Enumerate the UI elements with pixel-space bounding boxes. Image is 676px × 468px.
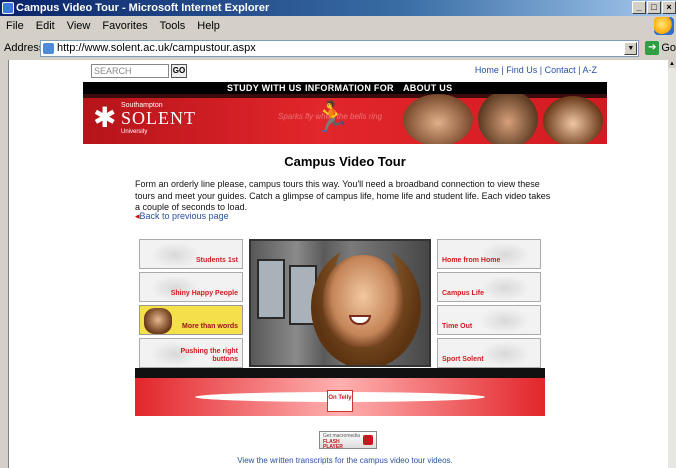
address-input[interactable]: http://www.solent.ac.uk/campustour.aspx … bbox=[40, 39, 640, 57]
menu-help[interactable]: Help bbox=[197, 20, 220, 32]
ie-throbber-icon bbox=[654, 17, 674, 35]
go-button[interactable]: ➔ Go bbox=[645, 41, 676, 55]
banner-photo-1 bbox=[403, 94, 473, 144]
tile-label: Pushing the right buttons bbox=[180, 348, 238, 363]
get-flash-player-badge[interactable]: Get macromedia FLASH PLAYER bbox=[319, 431, 377, 450]
logo-line-2: SOLENT bbox=[121, 108, 196, 128]
link-find-us[interactable]: Find Us bbox=[506, 65, 537, 75]
video-tile-students-1st[interactable]: Students 1st bbox=[139, 239, 243, 269]
flash-icon bbox=[363, 435, 373, 445]
tile-label: Students 1st bbox=[195, 257, 238, 264]
tile-label: Home from Home bbox=[442, 257, 501, 264]
minimize-button[interactable]: _ bbox=[632, 1, 646, 14]
vertical-scrollbar[interactable]: ▲ bbox=[668, 60, 676, 468]
page-icon bbox=[43, 42, 54, 54]
tile-label: Time Out bbox=[442, 323, 473, 330]
go-label: Go bbox=[661, 42, 676, 54]
video-bg-window bbox=[257, 259, 285, 319]
banner-photo-3 bbox=[543, 96, 603, 144]
video-player[interactable] bbox=[249, 239, 431, 367]
window-title-bar: Campus Video Tour - Microsoft Internet E… bbox=[0, 0, 676, 16]
address-bar: Address http://www.solent.ac.uk/campusto… bbox=[0, 38, 676, 58]
tile-label: Sport Solent bbox=[442, 356, 484, 363]
main-nav: STUDY WITH US INFORMATION FOR ABOUT US bbox=[83, 82, 607, 94]
utility-links: Home | Find Us | Contact | A-Z bbox=[474, 65, 598, 75]
tile-ghost-image bbox=[480, 341, 530, 367]
video-tile-home-from-home[interactable]: Home from Home bbox=[437, 239, 541, 269]
address-url: http://www.solent.ac.uk/campustour.aspx bbox=[57, 41, 256, 54]
page-title: Campus Video Tour bbox=[284, 154, 406, 169]
nav-information-for[interactable]: INFORMATION FOR bbox=[305, 82, 394, 94]
video-tile-sport-solent[interactable]: Sport Solent bbox=[437, 338, 541, 368]
nav-study-with-us[interactable]: STUDY WITH US bbox=[227, 82, 302, 94]
on-telly-button[interactable]: On Telly bbox=[327, 390, 353, 412]
video-tile-shiny-happy-people[interactable]: Shiny Happy People bbox=[139, 272, 243, 302]
go-arrow-icon: ➔ bbox=[645, 41, 660, 55]
banner-photo-2 bbox=[478, 94, 538, 144]
flash-line-3: PLAYER bbox=[323, 444, 343, 450]
runner-silhouette-icon: 🏃 bbox=[313, 101, 351, 134]
intro-text: Form an orderly line please, campus tour… bbox=[135, 179, 551, 212]
address-label: Address bbox=[4, 42, 45, 54]
address-dropdown-icon[interactable]: ▼ bbox=[624, 41, 638, 55]
video-tile-pushing-the-right-buttons[interactable]: Pushing the right buttons bbox=[139, 338, 243, 368]
solent-logo-icon[interactable]: ✱ bbox=[93, 104, 119, 132]
video-tile-more-than-words[interactable]: More than words bbox=[139, 305, 243, 335]
site-search-go-button[interactable]: GO bbox=[171, 64, 187, 78]
link-contact[interactable]: Contact bbox=[545, 65, 576, 75]
tile-label: Shiny Happy People bbox=[170, 290, 238, 297]
close-button[interactable]: × bbox=[662, 1, 676, 14]
transcripts-link[interactable]: View the written transcripts for the cam… bbox=[83, 456, 607, 465]
window-title: Campus Video Tour - Microsoft Internet E… bbox=[16, 2, 270, 14]
back-link[interactable]: ◂Back to previous page bbox=[135, 211, 229, 222]
menu-favorites[interactable]: Favorites bbox=[102, 20, 147, 32]
promo-strip-top bbox=[135, 368, 545, 378]
menu-edit[interactable]: Edit bbox=[36, 20, 55, 32]
video-tile-time-out[interactable]: Time Out bbox=[437, 305, 541, 335]
tile-ghost-image bbox=[480, 275, 530, 301]
menu-bar: File Edit View Favorites Tools Help bbox=[0, 16, 676, 36]
web-page: SEARCH GO Home | Find Us | Contact | A-Z… bbox=[83, 60, 607, 468]
tile-ghost-image bbox=[480, 308, 530, 334]
tile-label: Campus Life bbox=[442, 290, 485, 297]
ie-app-icon bbox=[2, 2, 14, 14]
back-link-label: Back to previous page bbox=[139, 211, 229, 221]
video-person-face bbox=[323, 255, 403, 347]
menu-view[interactable]: View bbox=[67, 20, 91, 32]
header-banner: ✱ Southampton SOLENT University Sparks f… bbox=[83, 94, 607, 144]
menu-tools[interactable]: Tools bbox=[160, 20, 186, 32]
tile-label: More than words bbox=[181, 323, 238, 330]
link-home[interactable]: Home bbox=[475, 65, 499, 75]
logo-line-3: University bbox=[121, 129, 148, 135]
tile-ghost-image bbox=[150, 242, 200, 268]
tile-thumbnail bbox=[144, 308, 172, 334]
site-search-input[interactable]: SEARCH bbox=[91, 64, 169, 78]
video-tile-campus-life[interactable]: Campus Life bbox=[437, 272, 541, 302]
maximize-button[interactable]: □ bbox=[647, 1, 661, 14]
browser-viewport: SEARCH GO Home | Find Us | Contact | A-Z… bbox=[8, 60, 668, 468]
nav-about-us[interactable]: ABOUT US bbox=[403, 82, 452, 94]
menu-file[interactable]: File bbox=[6, 20, 24, 32]
utility-bar: SEARCH GO Home | Find Us | Contact | A-Z bbox=[83, 60, 607, 82]
link-a-z[interactable]: A-Z bbox=[583, 65, 598, 75]
scroll-up-icon[interactable]: ▲ bbox=[668, 60, 676, 68]
